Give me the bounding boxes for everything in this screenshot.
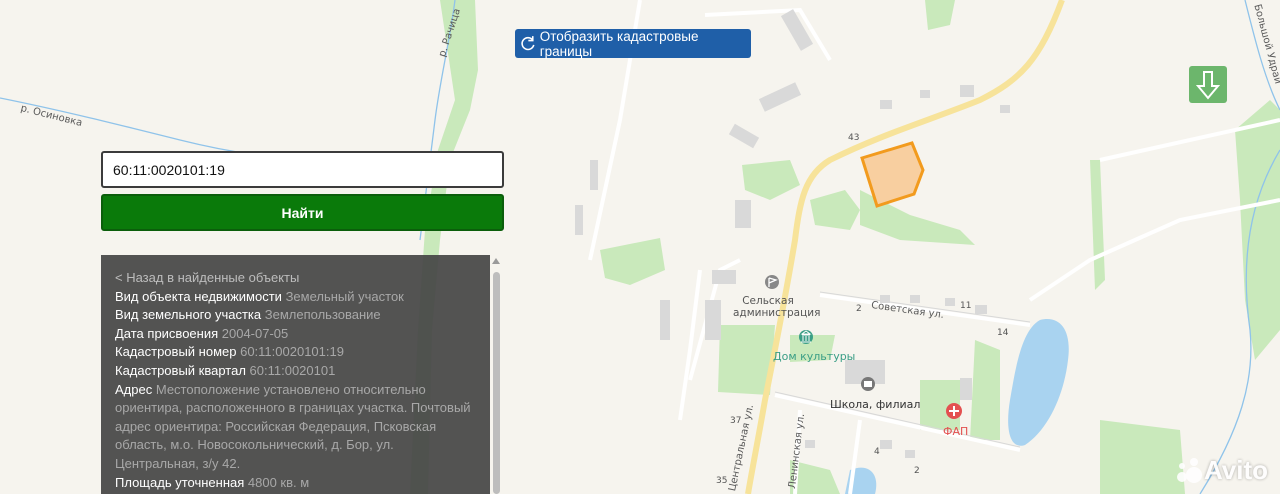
scroll-up-arrow-icon[interactable] — [492, 258, 500, 264]
culture-label: Дом культуры — [773, 350, 856, 363]
field-object-type: Вид объекта недвижимости Земельный участ… — [115, 288, 476, 307]
fap-label: ФАП — [943, 425, 969, 438]
field-label: Вид земельного участка — [115, 307, 262, 323]
field-value: 60:11:0020101:19 — [240, 344, 344, 360]
fap-poi-icon[interactable] — [946, 403, 962, 419]
field-value: 4800 кв. м — [247, 474, 310, 490]
field-label: Площадь уточненная — [115, 474, 245, 490]
cadastral-search-input[interactable] — [101, 151, 504, 188]
house-number: 2 — [856, 304, 862, 314]
find-button[interactable]: Найти — [101, 194, 504, 231]
download-button[interactable] — [1189, 66, 1227, 103]
back-to-results-link[interactable]: < Назад в найденные объекты — [115, 269, 476, 288]
admin-poi-icon[interactable] — [765, 275, 779, 289]
field-address: Адрес Местоположение установлено относит… — [115, 381, 476, 474]
field-value: Местоположение установлено относительно … — [115, 381, 471, 471]
field-value: 60:11:0020101 — [249, 362, 336, 378]
house-number: 35 — [716, 476, 728, 486]
school-poi-icon[interactable] — [861, 377, 875, 391]
field-label: Кадастровый квартал — [115, 362, 246, 378]
house-number: 37 — [730, 416, 742, 426]
refresh-icon — [521, 35, 535, 50]
field-cadastral-quarter: Кадастровый квартал 60:11:0020101 — [115, 362, 476, 381]
scroll-thumb[interactable] — [493, 272, 500, 494]
house-number: 14 — [997, 328, 1009, 338]
school-label: Школа, филиал — [830, 398, 921, 411]
panel-scrollbar[interactable] — [491, 258, 501, 494]
field-label: Адрес — [115, 381, 153, 397]
house-number: 43 — [848, 133, 860, 143]
find-button-label: Найти — [281, 204, 324, 221]
avito-logo-icon — [1177, 457, 1202, 483]
field-land-type: Вид земельного участка Землепользование — [115, 306, 476, 325]
field-label: Дата присвоения — [115, 325, 219, 341]
field-value: Землепользование — [264, 307, 381, 323]
result-info-panel: < Назад в найденные объекты Вид объекта … — [101, 255, 490, 494]
house-number: 2 — [914, 466, 920, 476]
field-assign-date: Дата присвоения 2004-07-05 — [115, 325, 476, 344]
house-number: 11 — [960, 301, 972, 311]
field-cadastral-number: Кадастровый номер 60:11:0020101:19 — [115, 343, 476, 362]
field-label: Вид объекта недвижимости — [115, 288, 282, 304]
avito-watermark-text: Avito — [1204, 455, 1269, 485]
field-label: Кадастровый номер — [115, 344, 237, 360]
arrow-down-icon — [1196, 70, 1220, 100]
field-value: 2004-07-05 — [221, 325, 289, 341]
field-value: Земельный участок — [285, 288, 404, 304]
avito-watermark: Avito — [1174, 455, 1268, 486]
house-number: 4 — [874, 447, 880, 457]
culture-poi-icon[interactable] — [799, 330, 813, 344]
show-cadastral-borders-button[interactable]: Отобразить кадастровые границы — [515, 28, 751, 59]
admin-label: Сельская администрация — [733, 295, 821, 319]
field-area: Площадь уточненная 4800 кв. м — [115, 474, 476, 493]
show-cadastral-borders-label: Отобразить кадастровые границы — [539, 28, 699, 59]
